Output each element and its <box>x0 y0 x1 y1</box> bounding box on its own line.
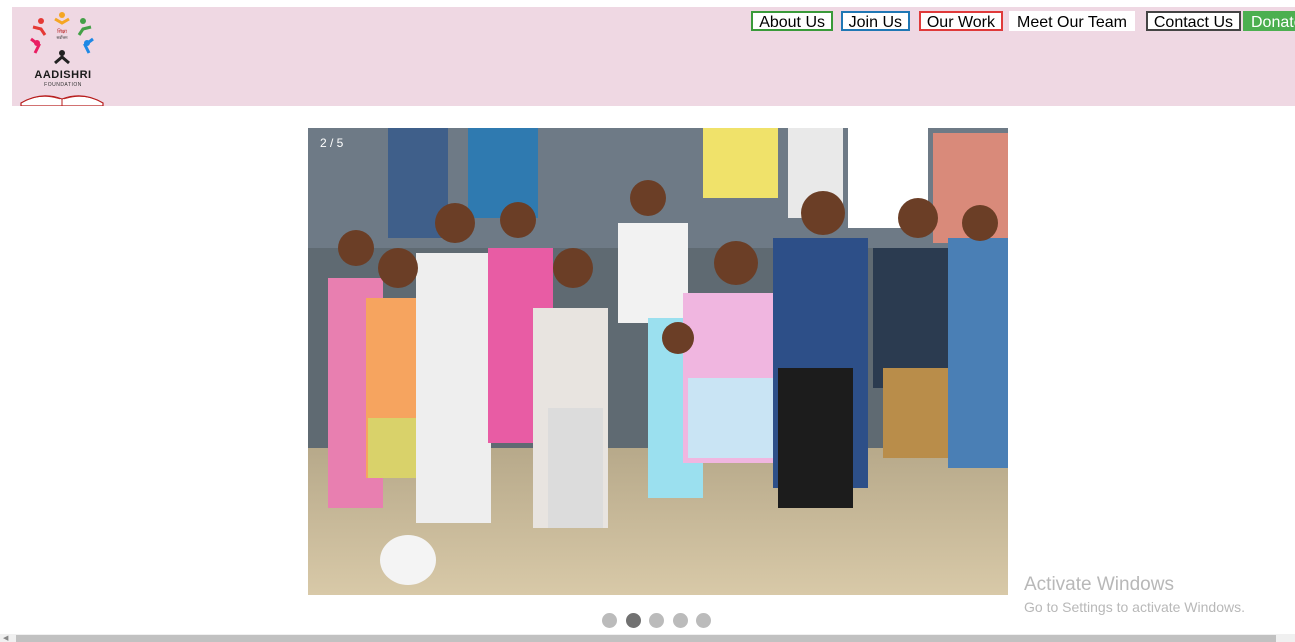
site-header: शिक्षा सर्वोत्तम AADISHRI FOUNDATION Abo… <box>12 7 1295 107</box>
nav-contact-us[interactable]: Contact Us <box>1145 11 1241 31</box>
nav-our-work[interactable]: Our Work <box>918 11 1003 31</box>
group-photo-image <box>308 128 1008 595</box>
slide-dot-3[interactable] <box>649 613 664 628</box>
scroll-left-arrow-icon[interactable]: ◀ <box>3 634 8 642</box>
watermark-subtitle: Go to Settings to activate Windows. <box>1024 599 1245 615</box>
brand-name: AADISHRI <box>34 69 92 81</box>
scrollbar-thumb[interactable] <box>16 635 1276 642</box>
slide-dot-5[interactable] <box>696 613 711 628</box>
nav-donate[interactable]: Donate <box>1243 11 1295 31</box>
slide-counter: 2 / 5 <box>320 136 344 150</box>
brand-tagline: FOUNDATION <box>44 82 82 88</box>
logo[interactable]: शिक्षा सर्वोत्तम AADISHRI FOUNDATION <box>15 7 109 107</box>
nav-meet-our-team[interactable]: Meet Our Team <box>1009 11 1135 31</box>
logo-emblem-icon: शिक्षा सर्वोत्तम <box>20 12 104 107</box>
nav-about-us[interactable]: About Us <box>751 11 833 31</box>
slideshow-image[interactable]: 2 / 5 <box>308 128 1008 595</box>
svg-text:शिक्षा: शिक्षा <box>57 28 67 35</box>
page: शिक्षा सर्वोत्तम AADISHRI FOUNDATION Abo… <box>0 0 1295 642</box>
svg-text:सर्वोत्तम: सर्वोत्तम <box>56 35 68 40</box>
slide-dot-1[interactable] <box>602 613 617 628</box>
horizontal-scrollbar[interactable]: ◀ <box>0 634 1295 642</box>
watermark-title: Activate Windows <box>1024 574 1174 595</box>
nav-join-us[interactable]: Join Us <box>840 11 910 31</box>
slide-dot-4[interactable] <box>673 613 688 628</box>
slide-dot-2[interactable] <box>626 613 641 628</box>
windows-activation-watermark: Activate Windows Go to Settings to activ… <box>1024 574 1245 615</box>
